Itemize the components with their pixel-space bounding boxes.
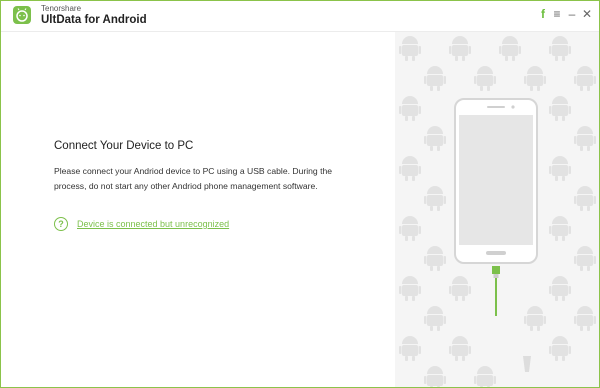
title-bar: Tenorshare UltData for Android f ≡ – ✕ <box>1 1 599 32</box>
app-logo-icon <box>13 6 31 24</box>
close-icon[interactable]: ✕ <box>580 7 594 21</box>
facebook-icon[interactable]: f <box>536 7 550 21</box>
minimize-icon[interactable]: – <box>565 7 579 21</box>
app-window: Tenorshare UltData for Android f ≡ – ✕ C… <box>0 0 600 388</box>
question-icon[interactable]: ? <box>54 217 68 231</box>
instructions-text: Please connect your Andriod device to PC… <box>54 166 333 191</box>
main-content: Connect Your Device to PC Please connect… <box>1 32 394 387</box>
usb-cable-icon <box>492 266 500 316</box>
watermark <box>521 354 591 379</box>
product-title: UltData for Android <box>41 14 147 26</box>
page-title: Connect Your Device to PC <box>54 140 194 152</box>
device-illustration-panel <box>395 32 599 387</box>
brand-name: Tenorshare <box>41 4 82 13</box>
device-unrecognized-link[interactable]: Device is connected but unrecognized <box>77 219 229 229</box>
menu-icon[interactable]: ≡ <box>550 7 564 21</box>
